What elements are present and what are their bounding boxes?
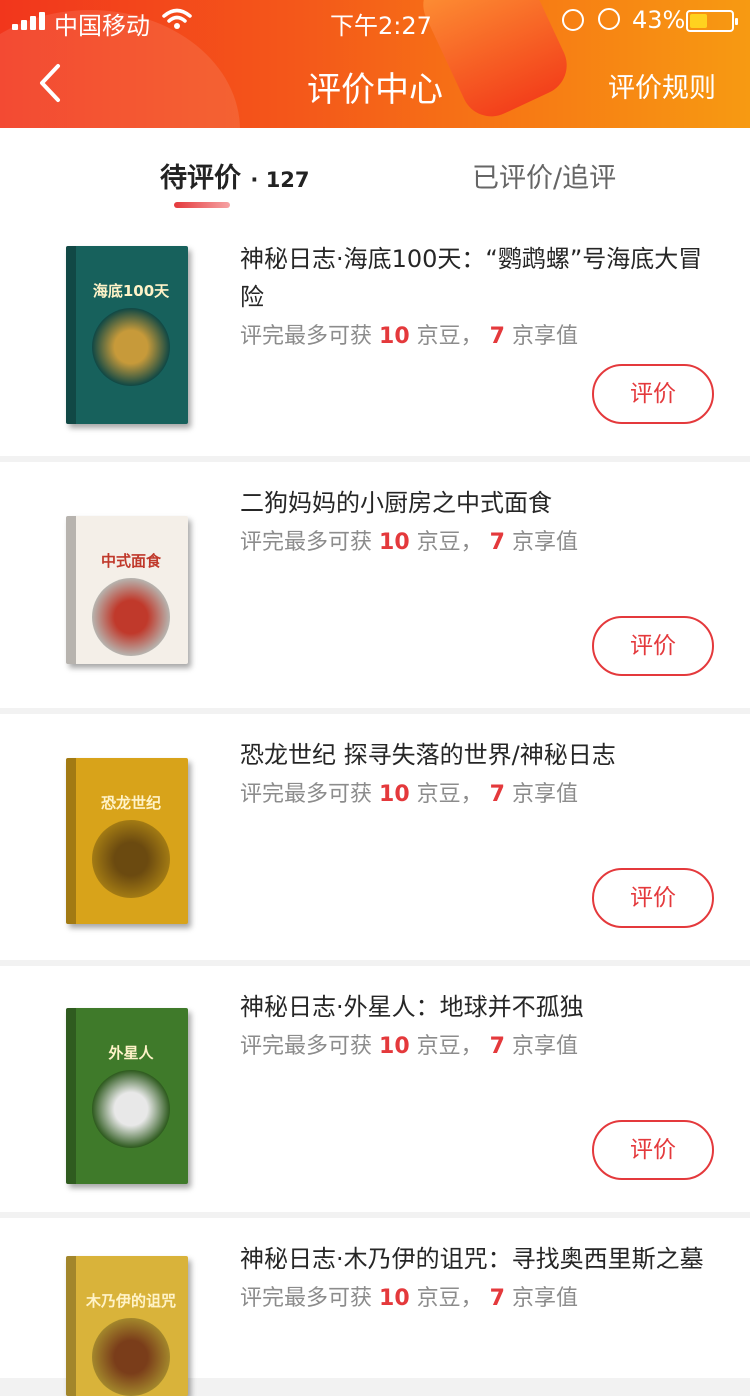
reward-prefix: 评完最多可获 [240, 324, 373, 349]
reward-beans-unit: 京豆， [416, 530, 483, 555]
product-item: 海底100天 神秘日志·海底100天：“鹦鹉螺”号海底大冒险 评完最多可获 10 京… [0, 218, 750, 456]
product-name[interactable]: 二狗妈妈的小厨房之中式面食 [240, 484, 710, 522]
reward-beans-unit: 京豆， [416, 324, 483, 349]
product-cover-image[interactable]: 木乃伊的诅咒 [66, 1256, 188, 1396]
reward-prefix: 评完最多可获 [240, 782, 373, 807]
cover-art [92, 820, 170, 898]
product-item: 外星人 神秘日志·外星人：地球并不孤独 评完最多可获 10 京豆， 7 京享值 评价 [0, 966, 750, 1212]
reward-prefix: 评完最多可获 [240, 530, 373, 555]
reward-value-unit: 京享值 [511, 1286, 578, 1311]
product-item: 中式面食 二狗妈妈的小厨房之中式面食 评完最多可获 10 京豆， 7 京享值 评价 [0, 462, 750, 708]
clock: 下午2:27 [330, 12, 432, 40]
review-rules-link[interactable]: 评价规则 [608, 66, 716, 105]
reward-value-unit: 京享值 [511, 324, 578, 349]
reward-text: 评完最多可获 10 京豆， 7 京享值 [240, 524, 710, 556]
reward-beans: 10 [379, 324, 410, 349]
tab-pending-review[interactable]: 待评价 · 127 [160, 156, 310, 195]
reward-value-unit: 京享值 [511, 530, 578, 555]
product-cover-image[interactable]: 中式面食 [66, 516, 188, 664]
reward-text: 评完最多可获 10 京豆， 7 京享值 [240, 318, 710, 350]
cover-title: 恐龙世纪 [100, 794, 161, 812]
cover-title: 中式面食 [100, 552, 161, 570]
product-name[interactable]: 神秘日志·外星人：地球并不孤独 [240, 988, 710, 1026]
cover-art [92, 578, 170, 656]
product-item: 木乃伊的诅咒 神秘日志·木乃伊的诅咒：寻找奥西里斯之墓 评完最多可获 10 京豆， … [0, 1218, 750, 1396]
tab-pending-label: 待评价 [160, 163, 241, 194]
product-item: 恐龙世纪 恐龙世纪 探寻失落的世界/神秘日志 评完最多可获 10 京豆， 7 京享值… [0, 714, 750, 960]
reward-value: 7 [489, 1286, 505, 1311]
reward-beans: 10 [379, 1286, 410, 1311]
reward-beans: 10 [379, 782, 410, 807]
tab-reviewed[interactable]: 已评价/追评 [472, 156, 616, 195]
reward-text: 评完最多可获 10 京豆， 7 京享值 [240, 1028, 710, 1060]
wifi-icon [162, 8, 192, 29]
rotation-lock-icon [562, 9, 584, 31]
reward-beans-unit: 京豆， [416, 1034, 483, 1059]
review-button[interactable]: 评价 [592, 364, 714, 424]
cover-art [92, 1318, 170, 1396]
reward-beans-unit: 京豆， [416, 1286, 483, 1311]
cover-art [92, 308, 170, 386]
cover-title: 海底100天 [92, 282, 170, 300]
product-info: 神秘日志·海底100天：“鹦鹉螺”号海底大冒险 评完最多可获 10 京豆， 7 京… [240, 240, 710, 350]
product-name[interactable]: 恐龙世纪 探寻失落的世界/神秘日志 [240, 736, 710, 774]
battery-icon [686, 10, 738, 32]
reward-value: 7 [489, 782, 505, 807]
reward-value: 7 [489, 530, 505, 555]
reward-value-unit: 京享值 [511, 1034, 578, 1059]
reward-value: 7 [489, 324, 505, 349]
reward-prefix: 评完最多可获 [240, 1034, 373, 1059]
reward-prefix: 评完最多可获 [240, 1286, 373, 1311]
reward-beans-unit: 京豆， [416, 782, 483, 807]
reward-value: 7 [489, 1034, 505, 1059]
reward-beans: 10 [379, 530, 410, 555]
product-list: 海底100天 神秘日志·海底100天：“鹦鹉螺”号海底大冒险 评完最多可获 10 京… [0, 218, 750, 1396]
battery-percent: 43% [632, 6, 686, 34]
cover-art [92, 1070, 170, 1148]
review-button[interactable]: 评价 [592, 616, 714, 676]
product-cover-image[interactable]: 海底100天 [66, 246, 188, 424]
review-button[interactable]: 评价 [592, 1120, 714, 1180]
product-cover-image[interactable]: 恐龙世纪 [66, 758, 188, 924]
review-button[interactable]: 评价 [592, 868, 714, 928]
product-info: 神秘日志·木乃伊的诅咒：寻找奥西里斯之墓 评完最多可获 10 京豆， 7 京享值 [240, 1240, 710, 1312]
product-name[interactable]: 神秘日志·海底100天：“鹦鹉螺”号海底大冒险 [240, 240, 710, 316]
active-tab-indicator [174, 202, 230, 208]
alarm-icon [598, 8, 620, 30]
reward-beans: 10 [379, 1034, 410, 1059]
product-info: 二狗妈妈的小厨房之中式面食 评完最多可获 10 京豆， 7 京享值 [240, 484, 710, 556]
product-name[interactable]: 神秘日志·木乃伊的诅咒：寻找奥西里斯之墓 [240, 1240, 710, 1278]
product-info: 恐龙世纪 探寻失落的世界/神秘日志 评完最多可获 10 京豆， 7 京享值 [240, 736, 710, 808]
header-bar: 中国移动 下午2:27 43% 评价中心 评价规则 [0, 0, 750, 128]
reward-value-unit: 京享值 [511, 782, 578, 807]
cover-title: 木乃伊的诅咒 [85, 1292, 176, 1310]
product-info: 神秘日志·外星人：地球并不孤独 评完最多可获 10 京豆， 7 京享值 [240, 988, 710, 1060]
tab-pending-count: · 127 [250, 168, 310, 192]
tab-bar: 待评价 · 127 已评价/追评 [0, 128, 750, 218]
status-bar: 中国移动 下午2:27 43% [0, 0, 750, 40]
reward-text: 评完最多可获 10 京豆， 7 京享值 [240, 1280, 710, 1312]
product-cover-image[interactable]: 外星人 [66, 1008, 188, 1184]
carrier-label: 中国移动 [54, 12, 150, 40]
reward-text: 评完最多可获 10 京豆， 7 京享值 [240, 776, 710, 808]
cover-title: 外星人 [108, 1044, 154, 1062]
signal-icon [12, 12, 48, 30]
